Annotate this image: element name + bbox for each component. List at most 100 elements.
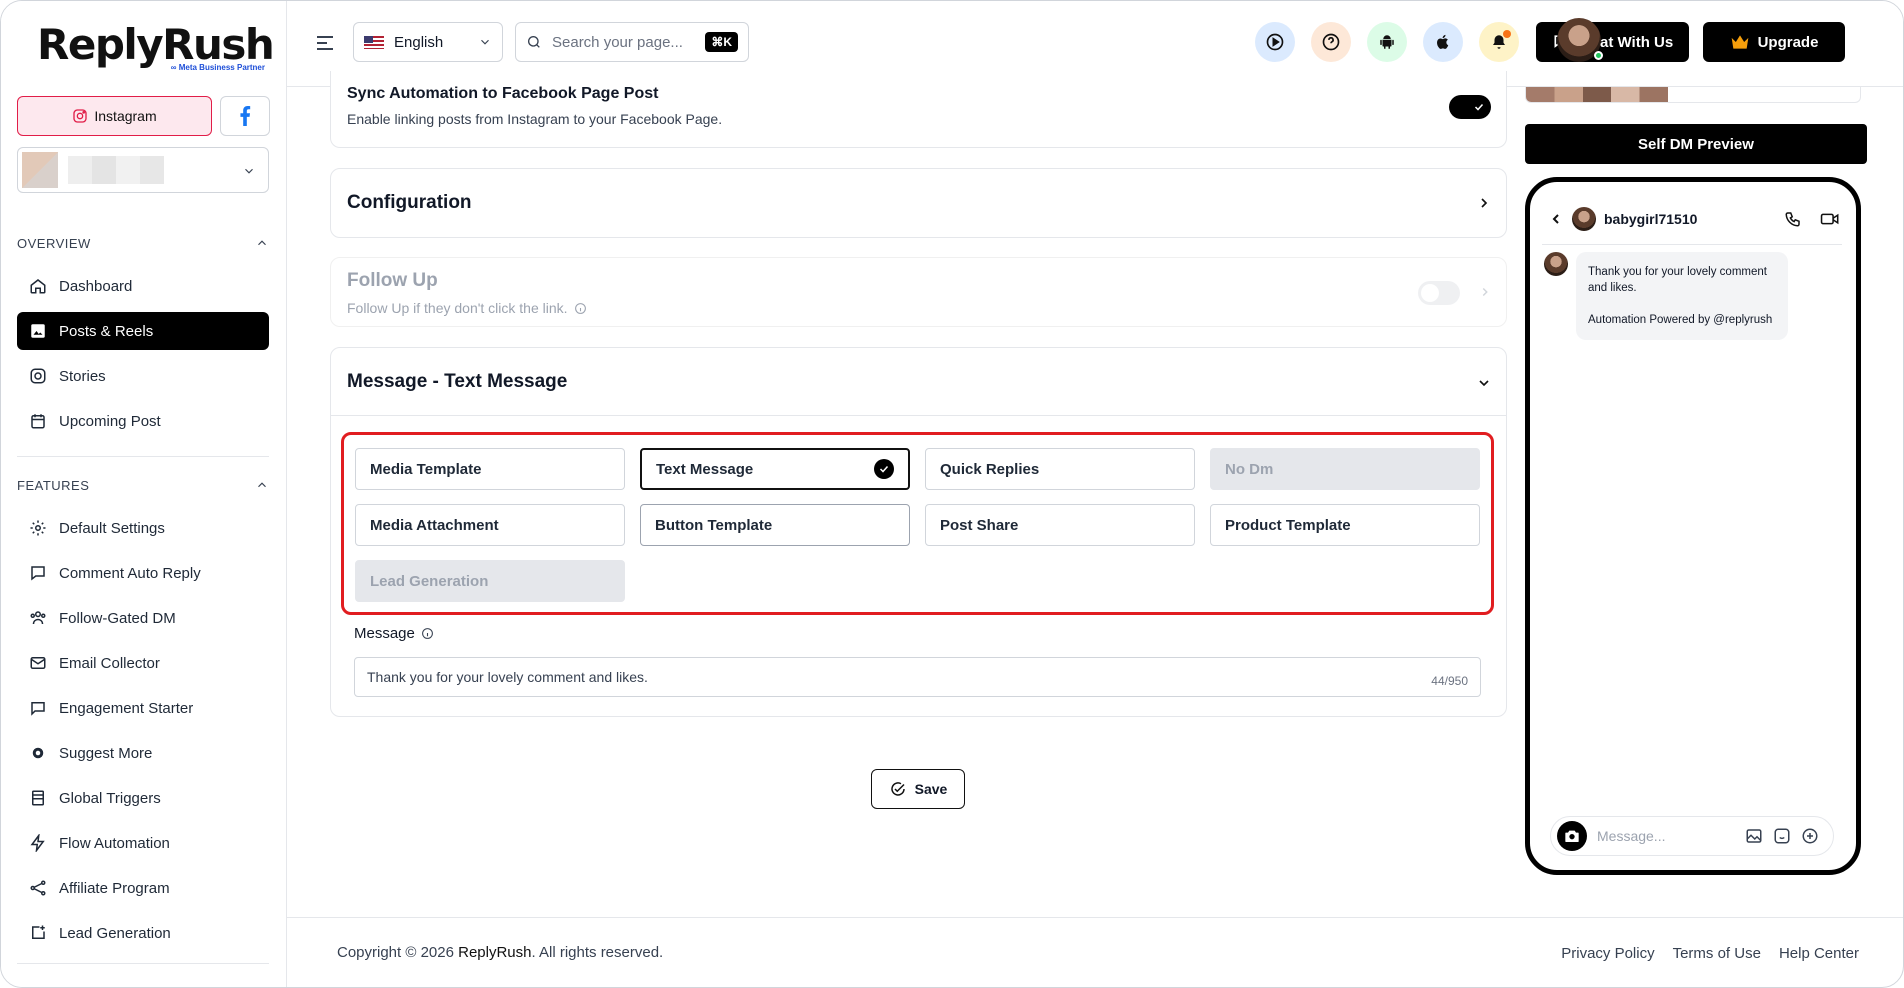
save-button[interactable]: Save	[871, 769, 965, 809]
option-label: Media Template	[370, 460, 482, 478]
overview-label: OVERVIEW	[17, 236, 91, 251]
option-text-message[interactable]: Text Message	[640, 448, 910, 490]
search-shortcut-badge: ⌘K	[705, 32, 738, 52]
account-selector[interactable]	[17, 147, 269, 193]
message-textarea[interactable]: Thank you for your lovely comment and li…	[354, 657, 1481, 697]
video-call-icon[interactable]	[1820, 210, 1840, 228]
brand-logo[interactable]: ReplyRush ∞ Meta Business Partner	[37, 21, 275, 77]
configuration-card[interactable]: Configuration	[330, 168, 1507, 238]
sidebar-item-label: Lead Generation	[59, 924, 171, 942]
option-post-share[interactable]: Post Share	[925, 504, 1195, 546]
sidebar-item-label: Affiliate Program	[59, 879, 170, 897]
message-section-header[interactable]: Message - Text Message	[331, 348, 1506, 416]
follow-up-title: Follow Up	[347, 270, 438, 291]
overview-section-header[interactable]: OVERVIEW	[17, 236, 269, 251]
sidebar-item-label: Flow Automation	[59, 834, 170, 852]
help-button[interactable]	[1311, 22, 1351, 62]
sidebar-item-label: Global Triggers	[59, 789, 161, 807]
privacy-policy-link[interactable]: Privacy Policy	[1561, 945, 1654, 962]
menu-toggle-icon[interactable]	[313, 31, 337, 55]
sidebar-item-global-triggers[interactable]: Global Triggers	[17, 779, 269, 817]
dm-message-input[interactable]: Message...	[1550, 816, 1834, 856]
camera-icon[interactable]	[1557, 821, 1587, 851]
gallery-icon[interactable]	[1745, 827, 1763, 845]
footer-links: Privacy Policy Terms of Use Help Center	[1561, 945, 1859, 962]
sidebar-item-flow-automation[interactable]: Flow Automation	[17, 824, 269, 862]
option-label: Media Attachment	[370, 516, 499, 534]
sidebar-item-upcoming-post[interactable]: Upcoming Post	[17, 402, 269, 440]
features-section-header[interactable]: FEATURES	[17, 478, 269, 493]
option-quick-replies[interactable]: Quick Replies	[925, 448, 1195, 490]
apple-icon	[1437, 34, 1449, 49]
platform-facebook-button[interactable]	[220, 96, 270, 136]
sidebar-item-label: Upcoming Post	[59, 412, 161, 430]
chevron-up-icon	[258, 482, 266, 488]
sidebar-item-posts-reels[interactable]: Posts & Reels	[17, 312, 269, 350]
help-center-link[interactable]: Help Center	[1779, 945, 1859, 962]
upgrade-button[interactable]: Upgrade	[1703, 22, 1845, 62]
mail-icon	[30, 657, 46, 669]
chevron-right-icon	[1481, 198, 1488, 208]
sidebar-item-label: Engagement Starter	[59, 699, 194, 717]
platform-instagram-button[interactable]: Instagram	[17, 96, 212, 136]
dm-username: babygirl71510	[1604, 211, 1698, 227]
save-check-icon	[890, 782, 905, 796]
self-dm-preview-button[interactable]: Self DM Preview	[1525, 124, 1867, 164]
sidebar-item-email-collector[interactable]: Email Collector	[17, 644, 269, 682]
tutorial-button[interactable]	[1255, 22, 1295, 62]
sidebar-item-follow-gated-dm[interactable]: Follow-Gated DM	[17, 599, 269, 637]
sidebar-item-comment-auto-reply[interactable]: Comment Auto Reply	[17, 554, 269, 592]
back-arrow-icon[interactable]	[1548, 211, 1564, 227]
sidebar-item-label: Stories	[59, 367, 106, 385]
ios-app-button[interactable]	[1423, 22, 1463, 62]
features-label: FEATURES	[17, 478, 90, 493]
sidebar-item-label: Comment Auto Reply	[59, 564, 201, 582]
dm-message-footer: Automation Powered by @replyrush	[1588, 314, 1773, 326]
follow-up-toggle[interactable]	[1418, 281, 1460, 305]
chevron-down-icon	[1479, 380, 1489, 387]
platform-switcher: Instagram	[17, 96, 270, 136]
self-dm-preview-label: Self DM Preview	[1638, 135, 1754, 153]
search-input[interactable]: Search your page... ⌘K	[515, 22, 749, 62]
image-icon	[31, 324, 45, 338]
sidebar-item-suggest-more[interactable]: Suggest More	[17, 734, 269, 772]
sidebar-item-default-settings[interactable]: Default Settings	[17, 509, 269, 547]
sidebar-item-lead-generation[interactable]: Lead Generation	[17, 914, 269, 952]
follow-up-card[interactable]: Follow Up Follow Up if they don't click …	[330, 257, 1507, 327]
message-section-title: Message - Text Message	[347, 371, 568, 392]
gear-icon	[30, 520, 46, 536]
option-product-template[interactable]: Product Template	[1210, 504, 1480, 546]
message-value: Thank you for your lovely comment and li…	[367, 669, 648, 685]
chat-bubble-icon	[31, 702, 45, 716]
bolt-icon	[30, 834, 45, 852]
sidebar-item-stories[interactable]: Stories	[17, 357, 269, 395]
message-label-text: Message	[354, 625, 415, 642]
option-label: Lead Generation	[370, 572, 489, 590]
android-app-button[interactable]	[1367, 22, 1407, 62]
add-circle-icon[interactable]	[1801, 827, 1819, 845]
check-circle-icon	[874, 459, 894, 479]
dm-user-avatar	[1572, 207, 1596, 231]
cog-icon	[32, 747, 44, 759]
sync-facebook-toggle[interactable]	[1449, 95, 1491, 119]
phone-call-icon[interactable]	[1784, 210, 1802, 228]
help-icon	[1322, 33, 1340, 51]
option-button-template[interactable]: Button Template	[640, 504, 910, 546]
sidebar-item-affiliate-program[interactable]: Affiliate Program	[17, 869, 269, 907]
save-label: Save	[914, 781, 948, 797]
option-label: Button Template	[655, 516, 773, 534]
option-media-attachment[interactable]: Media Attachment	[355, 504, 625, 546]
option-media-template[interactable]: Media Template	[355, 448, 625, 490]
terms-of-use-link[interactable]: Terms of Use	[1673, 945, 1761, 962]
notifications-button[interactable]	[1479, 22, 1519, 62]
platform-instagram-label: Instagram	[94, 108, 157, 124]
language-select[interactable]: English	[353, 22, 503, 62]
footer: Copyright © 2026 ReplyRush. All rights r…	[287, 917, 1903, 987]
sidebar-item-engagement-starter[interactable]: Engagement Starter	[17, 689, 269, 727]
sticker-icon[interactable]	[1773, 827, 1791, 845]
meta-icon: ∞	[170, 63, 177, 72]
search-placeholder: Search your page...	[552, 33, 683, 51]
sidebar-item-dashboard[interactable]: Dashboard	[17, 267, 269, 305]
info-icon	[421, 628, 433, 639]
users-icon	[30, 611, 46, 625]
